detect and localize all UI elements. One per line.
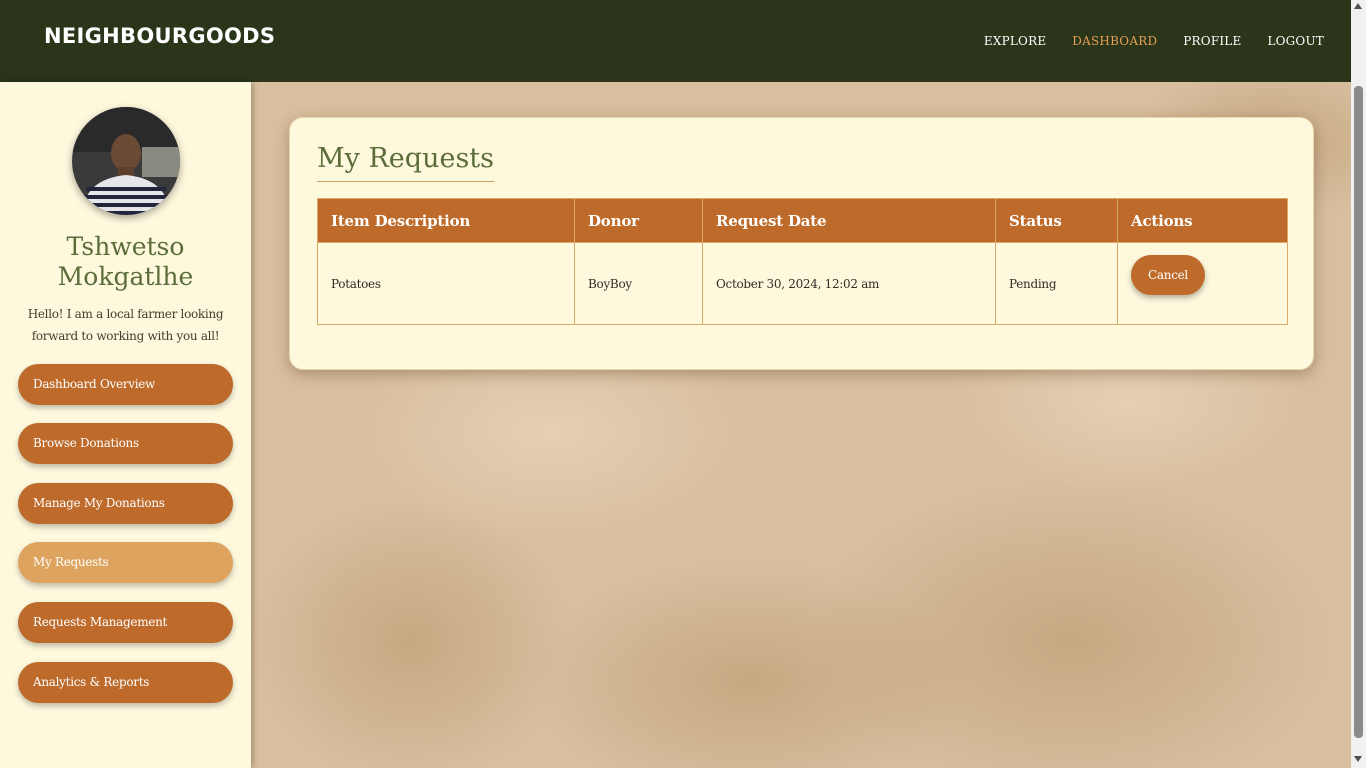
- sidebar-item-browse-donations[interactable]: Browse Donations: [18, 423, 233, 464]
- cell-item-description: Potatoes: [317, 242, 575, 325]
- page-scrollbar[interactable]: [1351, 0, 1366, 768]
- profile-last-name: Mokgatlhe: [57, 262, 194, 291]
- nav-links: EXPLORE DASHBOARD PROFILE LOGOUT: [984, 34, 1324, 48]
- sidebar-item-dashboard-overview[interactable]: Dashboard Overview: [18, 364, 233, 405]
- table-row: Potatoes BoyBoy October 30, 2024, 12:02 …: [317, 242, 1288, 325]
- profile-bio: Hello! I am a local farmer looking forwa…: [25, 303, 226, 347]
- cell-status: Pending: [995, 242, 1118, 325]
- avatar[interactable]: [72, 107, 180, 215]
- page-title: My Requests: [317, 142, 495, 182]
- requests-card: My Requests Item Description Donor Reque…: [289, 117, 1314, 370]
- column-header-request-date: Request Date: [702, 198, 996, 243]
- avatar-image: [72, 107, 180, 215]
- cell-donor: BoyBoy: [574, 242, 703, 325]
- nav-explore[interactable]: EXPLORE: [984, 34, 1046, 48]
- profile-bio-line: forward to working with you all!: [31, 329, 220, 343]
- sidebar: Tshwetso Mokgatlhe Hello! I am a local f…: [0, 82, 251, 768]
- scroll-down-arrow-icon[interactable]: [1354, 756, 1362, 762]
- nav-logout[interactable]: LOGOUT: [1267, 34, 1324, 48]
- top-navbar: NEIGHBOURGOODS EXPLORE DASHBOARD PROFILE…: [0, 0, 1351, 82]
- nav-dashboard[interactable]: DASHBOARD: [1072, 34, 1157, 48]
- profile-bio-line: Hello! I am a local farmer looking: [27, 307, 224, 321]
- column-header-actions: Actions: [1117, 198, 1288, 243]
- nav-profile[interactable]: PROFILE: [1183, 34, 1241, 48]
- scroll-up-arrow-icon[interactable]: [1354, 3, 1362, 9]
- sidebar-item-requests-management[interactable]: Requests Management: [18, 602, 233, 643]
- scrollbar-thumb[interactable]: [1354, 86, 1363, 738]
- cell-request-date: October 30, 2024, 12:02 am: [702, 242, 996, 325]
- cancel-request-button[interactable]: Cancel: [1131, 255, 1205, 295]
- column-header-item-description: Item Description: [317, 198, 575, 243]
- column-header-status: Status: [995, 198, 1118, 243]
- brand-logo-text[interactable]: NEIGHBOURGOODS: [44, 24, 275, 48]
- sidebar-item-analytics-reports[interactable]: Analytics & Reports: [18, 662, 233, 703]
- profile-name: Tshwetso Mokgatlhe: [0, 232, 251, 292]
- sidebar-item-my-requests[interactable]: My Requests: [18, 542, 233, 583]
- table-header-row: Item Description Donor Request Date Stat…: [317, 198, 1288, 243]
- profile-first-name: Tshwetso: [66, 232, 185, 261]
- column-header-donor: Donor: [574, 198, 703, 243]
- requests-table: Item Description Donor Request Date Stat…: [317, 198, 1288, 325]
- sidebar-item-manage-my-donations[interactable]: Manage My Donations: [18, 483, 233, 524]
- cell-actions: Cancel: [1117, 242, 1288, 325]
